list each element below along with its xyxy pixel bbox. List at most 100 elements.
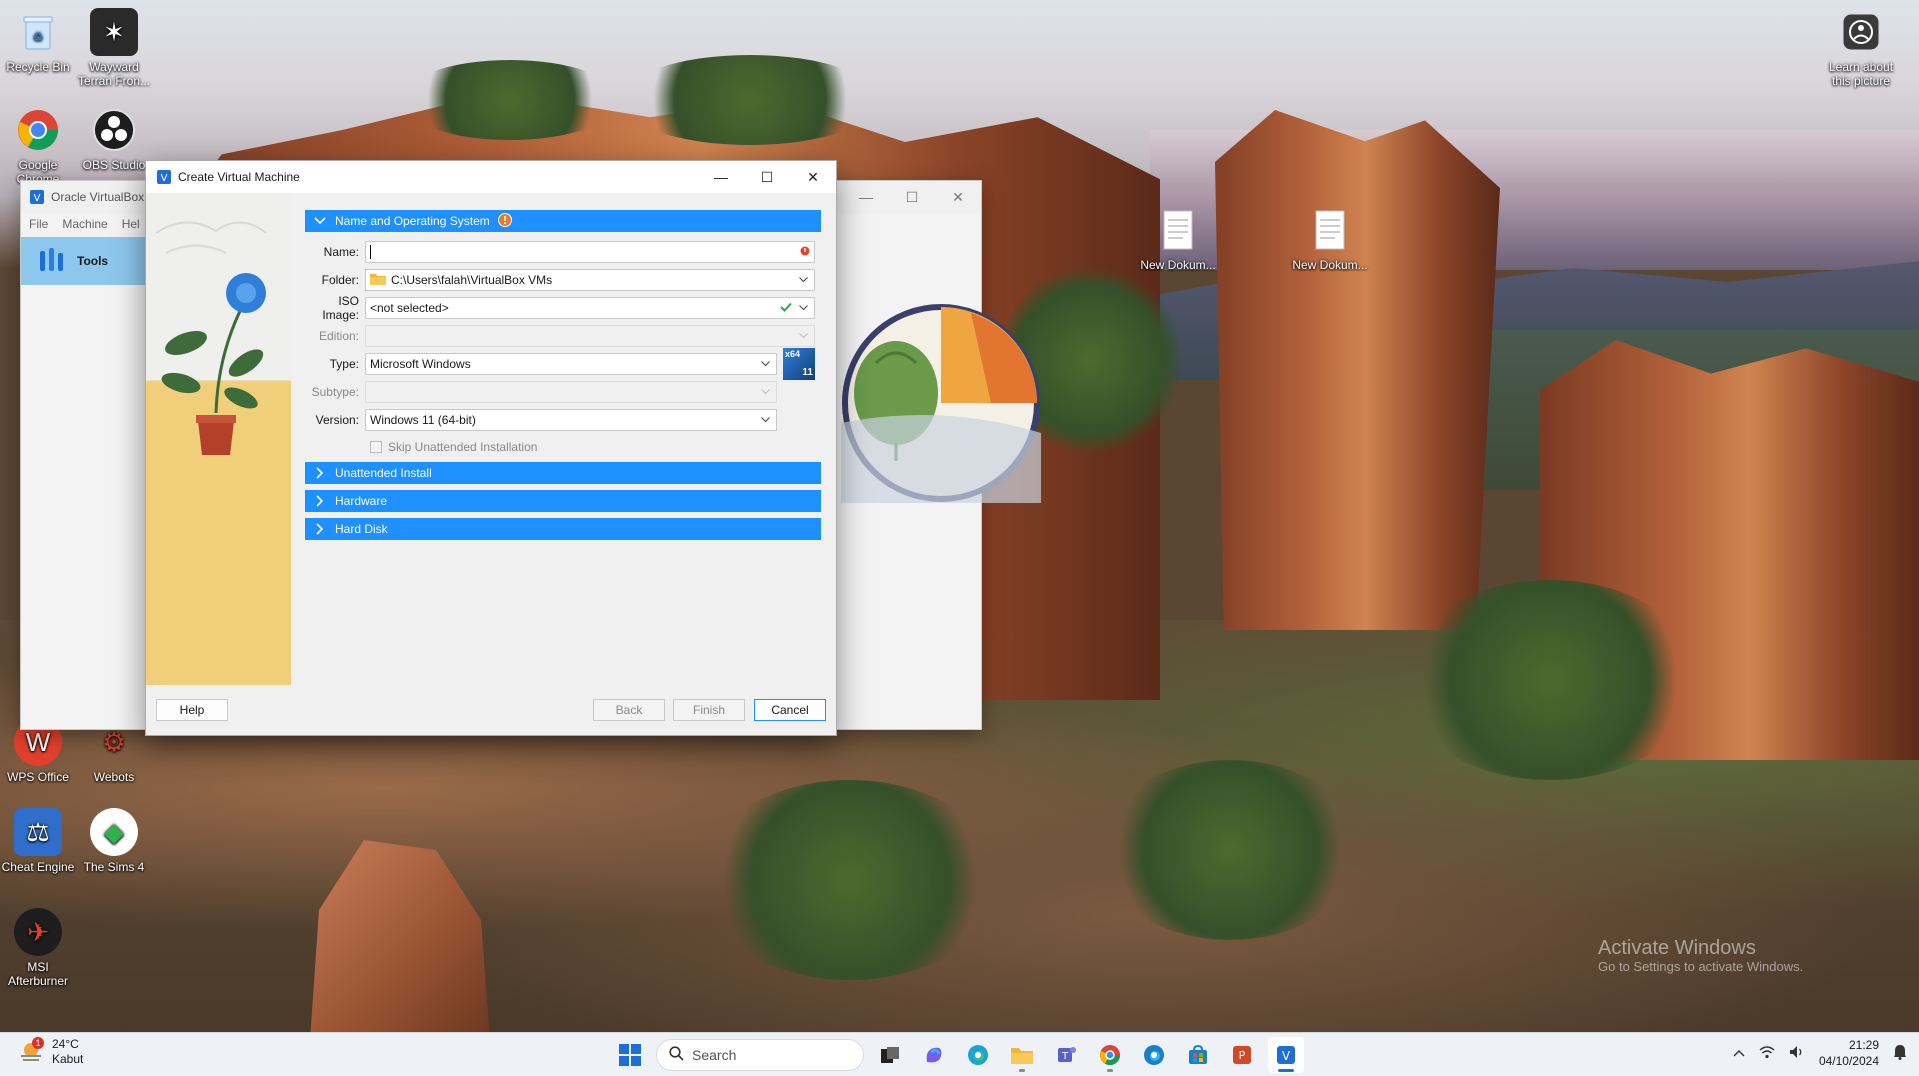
chevron-right-icon [313,466,327,480]
dialog-titlebar[interactable]: V Create Virtual Machine — ☐ ✕ [146,161,836,193]
dialog-content: Name and Operating System Name: Folder: [305,210,821,546]
close-icon[interactable]: ✕ [790,161,836,193]
taskbar-teams[interactable]: T [1048,1037,1084,1073]
wallpaper-vegetation [1400,580,1700,780]
subtype-row: Subtype: [305,378,821,406]
wallpaper-vegetation [700,780,1000,980]
name-input[interactable] [365,241,815,263]
virtualbox-icon: V [1277,1046,1295,1064]
taskbar-virtualbox[interactable]: V [1268,1037,1304,1073]
maximize-icon[interactable]: ☐ [889,181,935,213]
document-icon [1154,206,1202,254]
back-button[interactable]: Back [593,699,665,721]
section-hard-disk[interactable]: Hard Disk [305,518,821,540]
edition-select [365,325,815,347]
weather-badge: 1 [32,1037,44,1049]
wayward-terran-frontier-icon: ✶ [90,8,138,56]
desktop-icon-wayward-terran-frontier[interactable]: ✶ Wayward Terran Fron... [76,8,152,88]
desktop-icon-new-document-1[interactable]: New Dokum... [1140,206,1216,272]
taskbar-edge-2[interactable] [1136,1037,1172,1073]
taskbar-powerpoint[interactable]: P [1224,1037,1260,1073]
taskbar-store[interactable] [1180,1037,1216,1073]
desktop-icon-learn-about-picture[interactable]: Learn about this picture [1823,8,1899,88]
desktop-icon-the-sims-4[interactable]: ◆ The Sims 4 [76,808,152,874]
taskbar-chrome[interactable] [1092,1037,1128,1073]
svg-text:T: T [1061,1051,1069,1062]
volume-icon[interactable] [1789,1045,1805,1062]
section-unattended-install[interactable]: Unattended Install [305,462,821,484]
section-hard-disk-label: Hard Disk [335,522,388,536]
wizard-plant-illustration [146,193,291,687]
powerpoint-icon: P [1233,1046,1251,1064]
desktop-icon-cheat-engine[interactable]: ⚖ Cheat Engine [0,808,76,874]
close-icon[interactable]: ✕ [935,181,981,213]
version-select[interactable]: Windows 11 (64-bit) [365,409,777,431]
tools-label: Tools [77,254,109,268]
wallpaper-cliff-tower [1215,110,1500,630]
msi-afterburner-icon: ✈ [14,908,62,956]
section-hardware[interactable]: Hardware [305,490,821,512]
desktop-icon-new-document-2[interactable]: New Dokum... [1292,206,1368,272]
finish-button[interactable]: Finish [673,699,745,721]
section-name-and-os[interactable]: Name and Operating System [305,210,821,232]
chevron-down-icon [796,329,810,343]
wallpaper-vegetation [400,60,620,140]
menu-machine[interactable]: Machine [62,217,107,231]
copilot-icon [926,1047,942,1063]
subtype-select [365,381,777,403]
chevron-down-icon [313,214,327,228]
checkbox-box [370,441,382,453]
running-indicator [1107,1069,1113,1072]
windows-logo-icon [619,1044,641,1066]
name-row: Name: [305,238,821,266]
wifi-icon[interactable] [1759,1045,1775,1062]
chrome-icon [1100,1045,1120,1065]
menu-file[interactable]: File [29,217,48,231]
section-unattended-label: Unattended Install [335,466,432,480]
taskbar-search[interactable]: Search [656,1039,864,1071]
system-tray: 21:29 04/10/2024 [1733,1037,1907,1069]
skip-unattended-checkbox: Skip Unattended Installation [305,434,821,460]
obs-icon [90,106,138,154]
iso-image-select[interactable]: <not selected> [365,297,815,319]
windows-11-os-icon: x64 11 [783,348,815,380]
desktop-icon-msi-afterburner[interactable]: ✈ MSI Afterburner [0,908,76,988]
chevron-up-icon[interactable] [1733,1046,1745,1060]
search-icon [669,1046,684,1064]
edge-icon [968,1045,988,1065]
taskbar-edge[interactable] [960,1037,996,1073]
folder-label: Folder: [321,273,359,287]
menu-help[interactable]: Hel [122,217,140,231]
create-vm-dialog[interactable]: V Create Virtual Machine — ☐ ✕ Name and … [145,160,837,736]
subtype-label: Subtype: [311,385,359,399]
sidebar-item-tools[interactable]: Tools [21,237,146,285]
chevron-down-icon [758,357,772,371]
desktop-icon-obs-studio[interactable]: OBS Studio [76,106,152,172]
taskbar-task-view[interactable] [872,1037,908,1073]
maximize-icon[interactable]: ☐ [744,161,790,193]
taskbar-file-explorer[interactable] [1004,1037,1040,1073]
clock[interactable]: 21:29 04/10/2024 [1819,1037,1879,1069]
desktop-icon-recycle-bin[interactable]: ♻ Recycle Bin [0,8,76,74]
weather-fog-icon: 1 [18,1037,44,1065]
minimize-icon[interactable]: — [698,161,744,193]
edition-row: Edition: [305,322,821,350]
virtualbox-app-icon: V [156,169,172,185]
cancel-button[interactable]: Cancel [754,699,826,721]
desktop-icon-google-chrome[interactable]: Google Chrome [0,106,76,186]
iso-row: ISO Image: <not selected> [305,294,821,322]
running-indicator [1278,1069,1294,1072]
skip-unattended-label: Skip Unattended Installation [388,440,538,454]
taskbar-copilot[interactable] [916,1037,952,1073]
minimize-icon[interactable]: — [843,181,889,213]
manager-title: Oracle VirtualBox [51,190,145,204]
weather-widget[interactable]: 1 24°C Kabut [18,1037,83,1067]
notification-bell-icon[interactable] [1893,1044,1907,1063]
taskbar-apps: Search T P V [612,1037,1304,1073]
type-select[interactable]: Microsoft Windows [365,353,777,375]
help-button[interactable]: Help [156,699,228,721]
activation-watermark: Activate Windows Go to Settings to activ… [1598,937,1804,974]
folder-select[interactable]: C:\Users\falah\VirtualBox VMs [365,269,815,291]
search-placeholder: Search [692,1047,737,1063]
start-button[interactable] [612,1037,648,1073]
